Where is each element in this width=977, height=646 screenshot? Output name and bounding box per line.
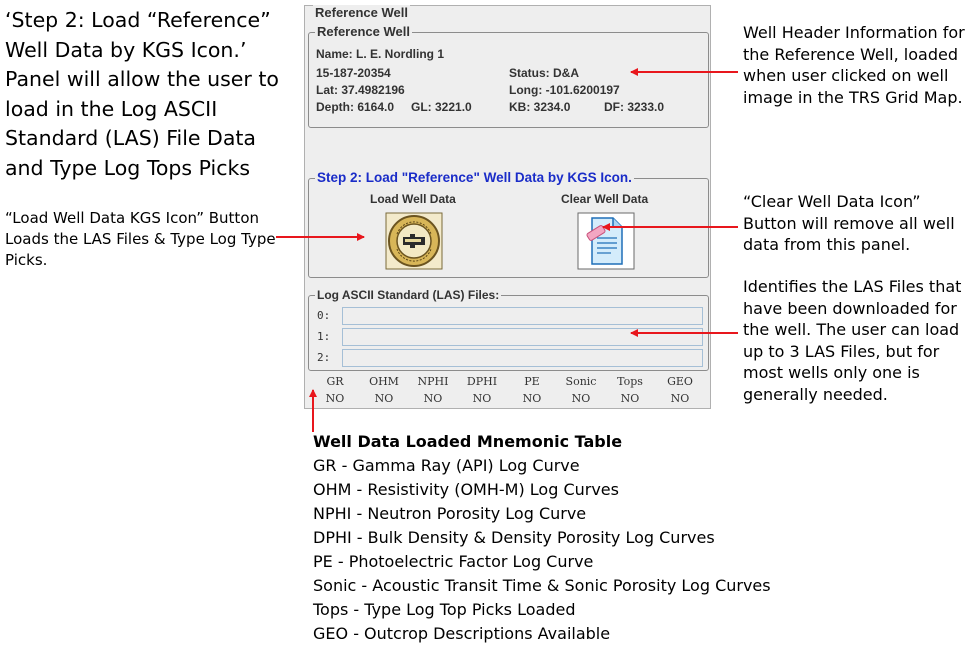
- annotation-arrows: [276, 68, 738, 432]
